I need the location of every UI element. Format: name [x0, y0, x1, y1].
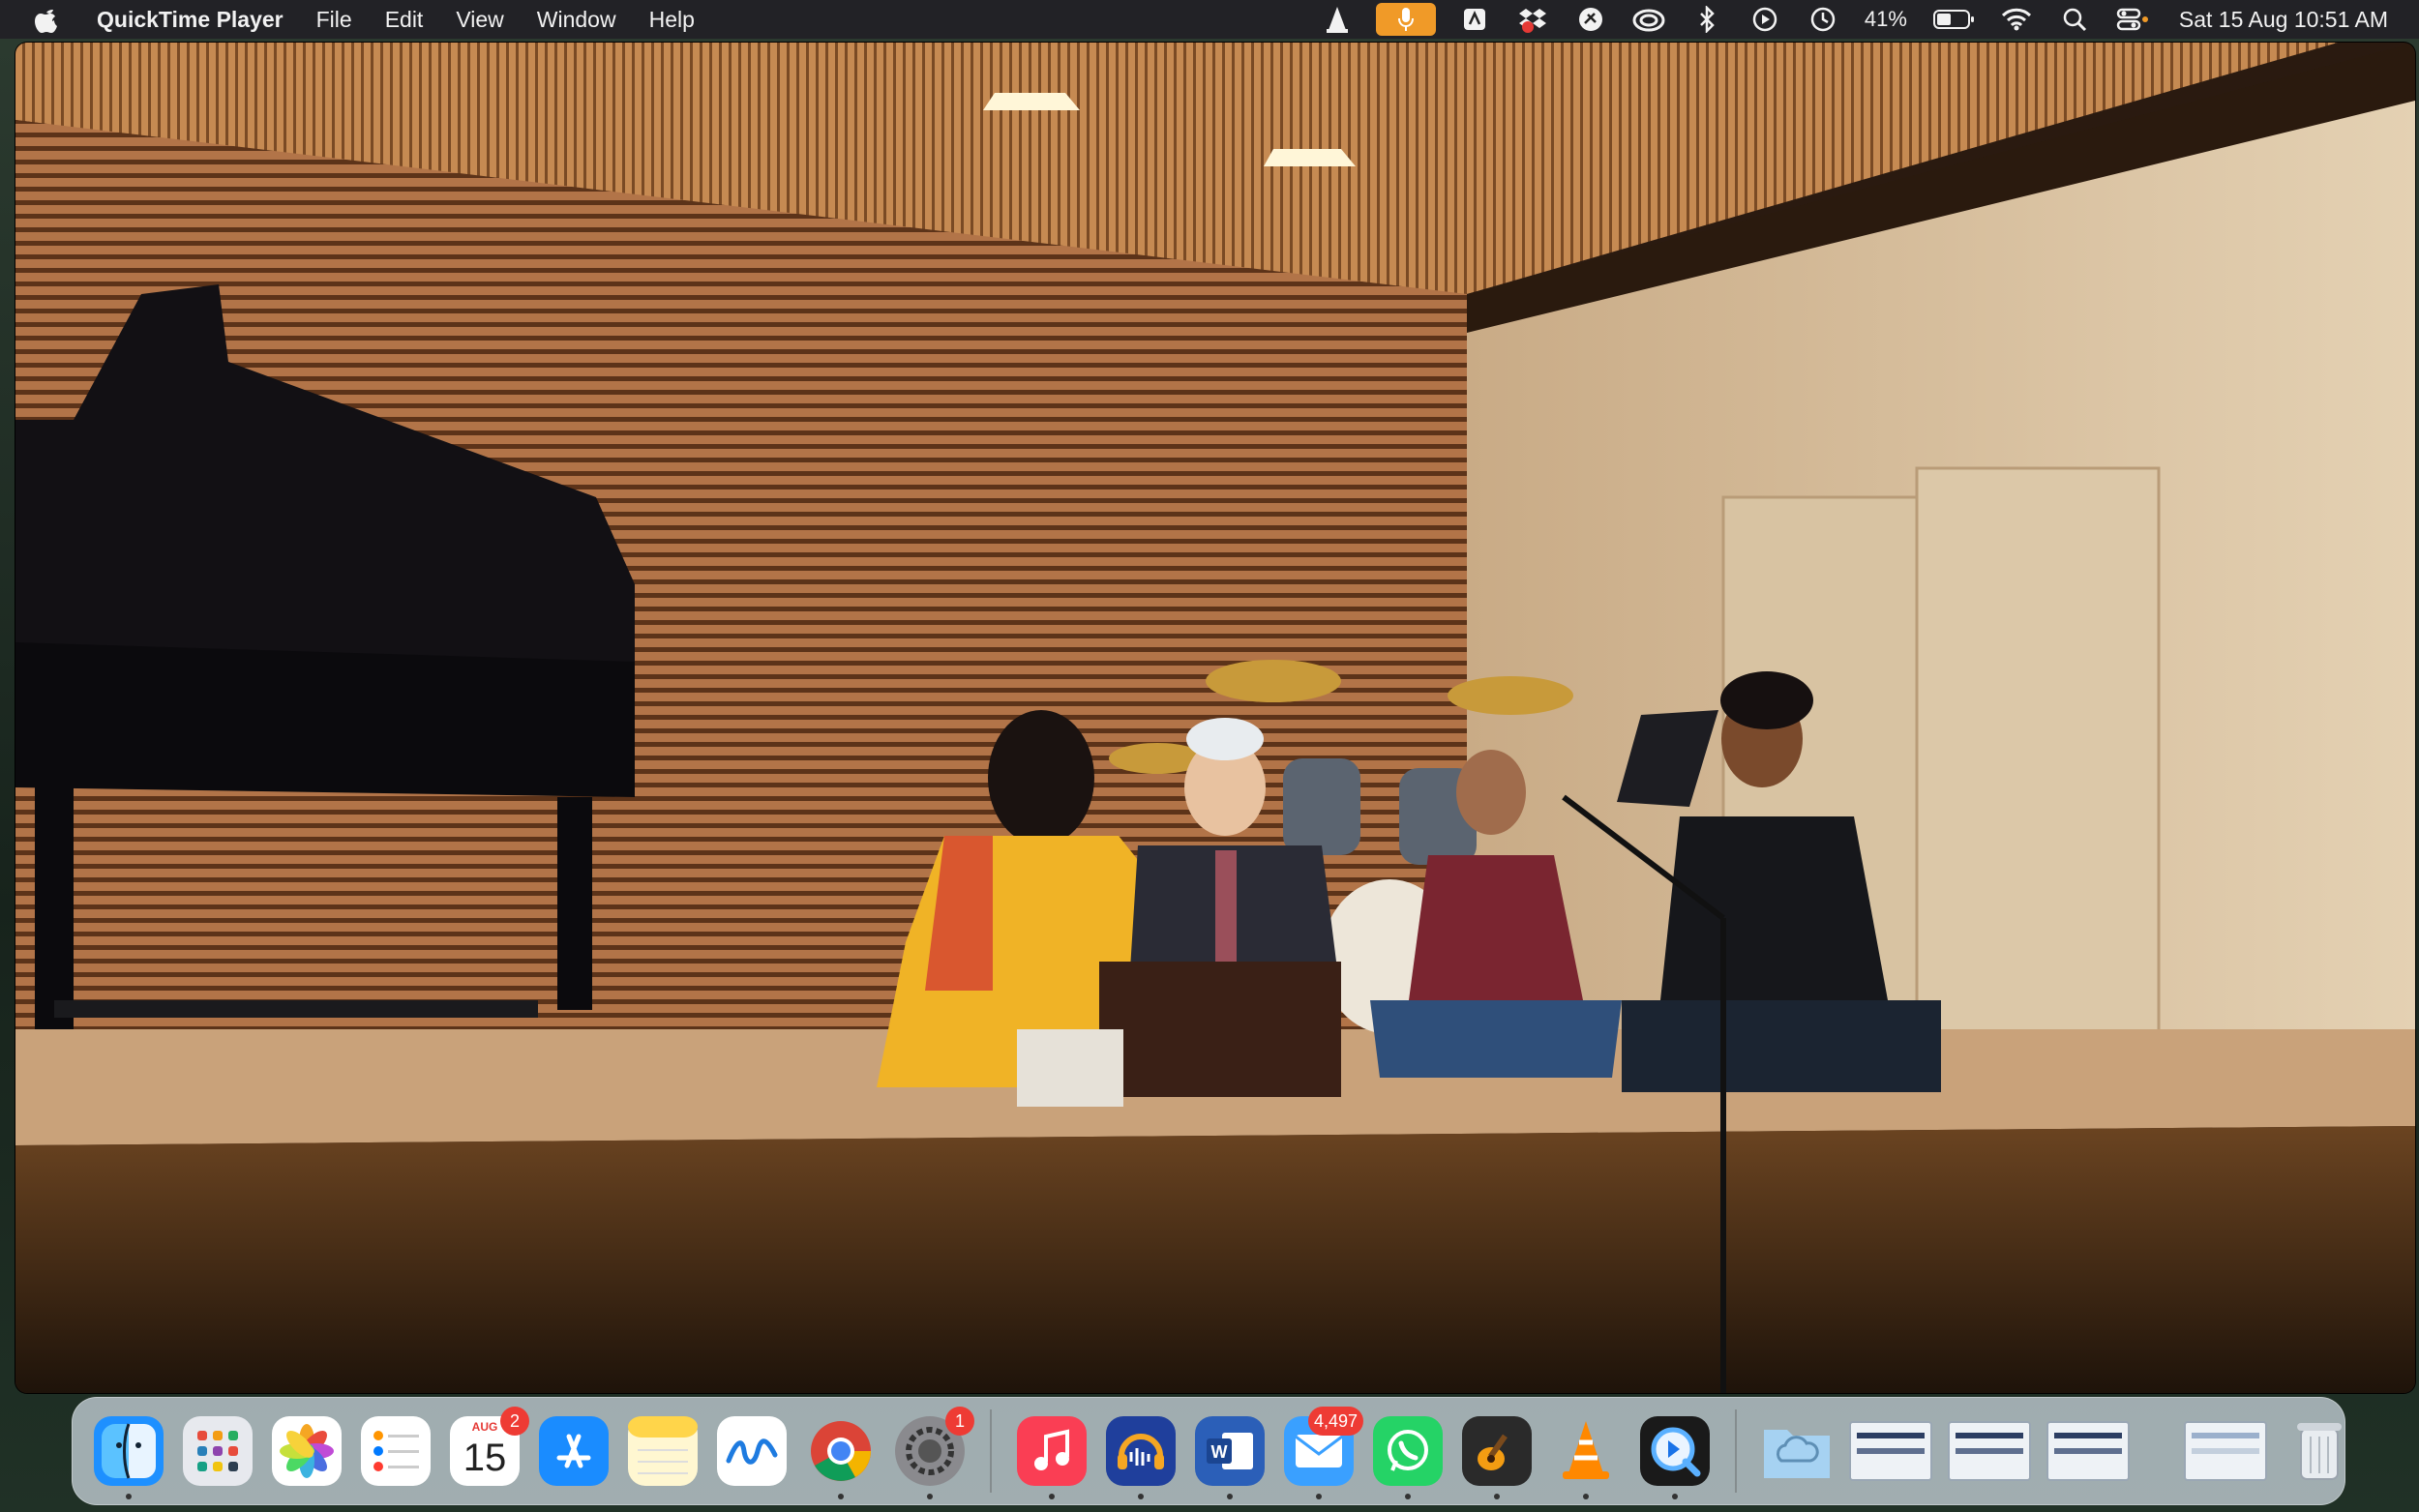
running-indicator [1316, 1494, 1322, 1499]
wifi-icon[interactable] [2000, 0, 2033, 39]
reminders-icon[interactable] [361, 1416, 431, 1486]
running-indicator [1672, 1494, 1678, 1499]
cloud-sync-icon[interactable] [1632, 0, 1665, 39]
running-indicator [838, 1494, 844, 1499]
video-frame [15, 43, 2415, 1393]
mail-badge: 4,497 [1307, 1407, 1363, 1436]
harmonium [1099, 962, 1341, 1097]
dock: AUG 15 2 1 W 4,497 [72, 1397, 2345, 1505]
vlc-cone-icon[interactable] [1551, 1416, 1621, 1499]
app-store-icon[interactable] [539, 1416, 609, 1486]
running-indicator [1049, 1494, 1055, 1499]
launchpad-icon[interactable] [183, 1416, 253, 1486]
gear-icon[interactable]: 1 [895, 1407, 974, 1499]
chrome-icon[interactable] [806, 1416, 876, 1499]
file-menu[interactable]: File [300, 0, 369, 39]
running-indicator [1405, 1494, 1411, 1499]
minimized-window-1[interactable] [1849, 1421, 1932, 1481]
vlc-icon[interactable] [1321, 0, 1354, 39]
speaker-box [1017, 1029, 1123, 1107]
time-machine-icon[interactable] [1807, 0, 1839, 39]
whatsapp-icon[interactable] [1373, 1416, 1443, 1499]
ceiling-light [1264, 149, 1356, 166]
system-settings-badge: 1 [945, 1407, 974, 1436]
guitar-icon[interactable] [1462, 1416, 1532, 1499]
running-indicator [927, 1494, 933, 1499]
control-center-icon[interactable] [2116, 0, 2149, 39]
battery-percentage: 41% [1864, 7, 1907, 31]
calendar-day: 15 [463, 1437, 507, 1479]
play-icon[interactable] [1748, 0, 1781, 39]
search-icon[interactable] [2058, 0, 2091, 39]
trash-icon[interactable] [2285, 1416, 2354, 1486]
finder-icon[interactable] [94, 1416, 164, 1499]
calendar-icon[interactable]: AUG 15 2 [450, 1407, 529, 1486]
notes-icon[interactable] [628, 1416, 698, 1486]
calendar-badge: 2 [500, 1407, 529, 1436]
wall-door-right [1915, 466, 2161, 1089]
mail-icon[interactable]: 4,497 [1284, 1407, 1363, 1499]
help-menu[interactable]: Help [633, 0, 711, 39]
running-indicator [126, 1494, 132, 1499]
downloads-folder-icon[interactable] [1762, 1416, 1832, 1486]
menu-bar-clock[interactable]: Sat 15 Aug 10:51 AM [2179, 7, 2388, 33]
app-name-menu[interactable]: QuickTime Player [91, 0, 300, 39]
battery-icon[interactable] [1932, 0, 1975, 39]
menu-bar: QuickTime Player File Edit View Window H… [0, 0, 2419, 39]
minimized-window-2[interactable] [1948, 1421, 2031, 1481]
minimized-window-4[interactable] [2184, 1421, 2267, 1481]
apple-menu-icon[interactable] [29, 0, 64, 39]
view-menu[interactable]: View [439, 0, 520, 39]
dock-separator [990, 1409, 992, 1493]
quicktime-icon[interactable] [1640, 1416, 1710, 1499]
creative-cloud-icon[interactable] [1574, 0, 1607, 39]
ceiling-light [983, 93, 1080, 110]
stage-front [15, 1126, 2415, 1393]
dock-separator [1735, 1409, 1737, 1493]
quicktime-video-window[interactable] [15, 43, 2415, 1393]
running-indicator [1494, 1494, 1500, 1499]
running-indicator [1138, 1494, 1144, 1499]
svg-text:W: W [1211, 1442, 1228, 1462]
running-indicator [1227, 1494, 1233, 1499]
microphone-icon[interactable] [1375, 3, 1436, 36]
audacity-icon[interactable] [1106, 1416, 1176, 1499]
window-menu[interactable]: Window [521, 0, 633, 39]
dropbox-icon[interactable] [1516, 0, 1549, 39]
bluetooth-icon[interactable] [1690, 0, 1723, 39]
freeform-icon[interactable] [717, 1416, 787, 1486]
edit-menu[interactable]: Edit [369, 0, 440, 39]
running-indicator [1583, 1494, 1589, 1499]
word-icon[interactable]: W [1195, 1416, 1265, 1499]
minimized-window-3[interactable] [2046, 1421, 2130, 1481]
photos-icon[interactable] [272, 1416, 342, 1486]
music-icon[interactable] [1017, 1416, 1087, 1499]
notes-widget-icon[interactable] [1458, 0, 1491, 39]
